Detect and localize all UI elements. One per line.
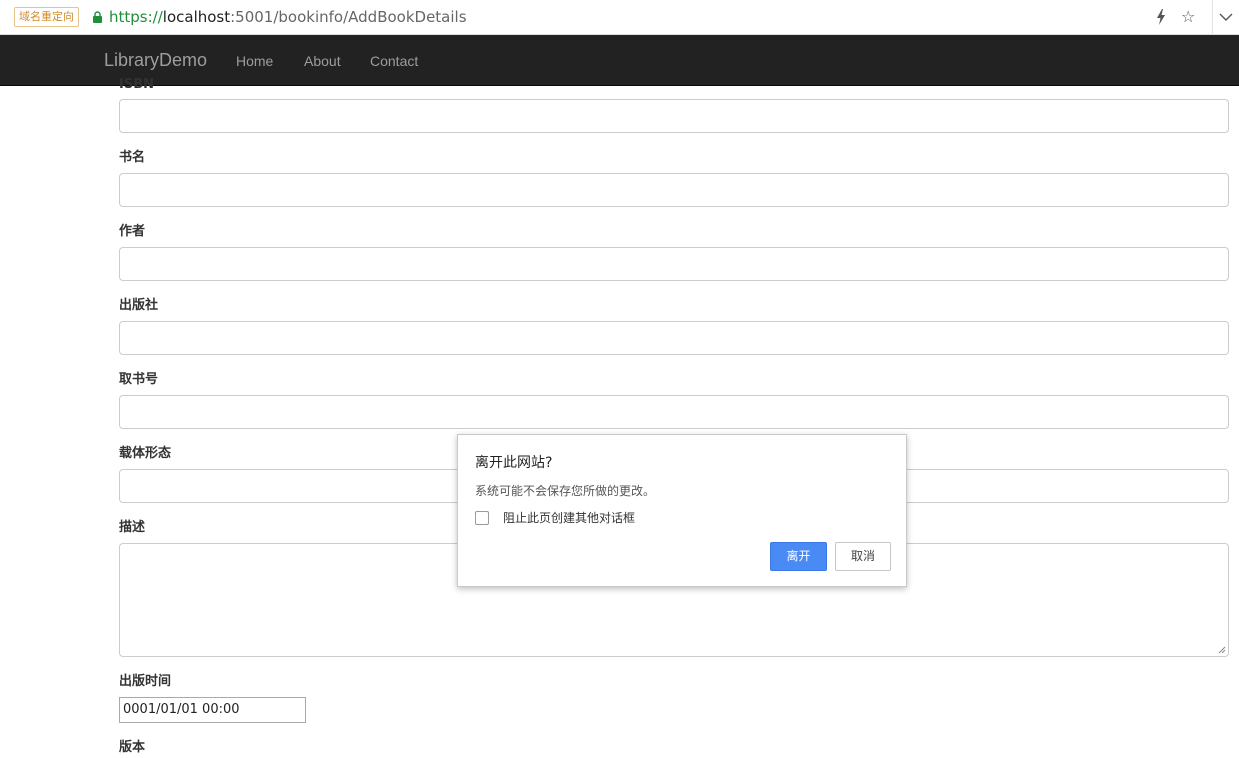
prevent-dialogs-checkbox[interactable] — [475, 511, 489, 525]
lock-icon — [93, 11, 102, 23]
dialog-title: 离开此网站? — [475, 455, 553, 471]
redirect-badge[interactable]: 域名重定向 — [14, 7, 79, 27]
title-input[interactable] — [119, 173, 1229, 207]
url-path: :5001/bookinfo/AddBookDetails — [230, 8, 467, 26]
star-icon[interactable]: ☆ — [1181, 6, 1195, 28]
author-input[interactable] — [119, 247, 1229, 281]
publish-date-input[interactable]: 0001/01/01 00:00 — [119, 697, 306, 723]
brand-link[interactable]: LibraryDemo — [104, 49, 207, 71]
url-field[interactable]: https://localhost:5001/bookinfo/AddBookD… — [109, 8, 467, 26]
cancel-button[interactable]: 取消 — [835, 542, 891, 571]
publisher-input[interactable] — [119, 321, 1229, 355]
dialog-message: 系统可能不会保存您所做的更改。 — [475, 484, 656, 498]
leave-button[interactable]: 离开 — [770, 542, 827, 571]
url-host: localhost — [162, 8, 231, 26]
url-protocol: https:// — [109, 8, 163, 26]
label-description: 描述 — [119, 520, 146, 535]
label-title: 书名 — [119, 150, 146, 165]
prevent-dialogs-label[interactable]: 阻止此页创建其他对话框 — [503, 510, 635, 526]
navbar: LibraryDemo Home About Contact — [0, 35, 1239, 86]
address-divider — [1212, 0, 1213, 35]
nav-home[interactable]: Home — [236, 52, 273, 70]
label-call-number: 取书号 — [119, 372, 159, 387]
label-isbn: ISBN — [119, 77, 154, 92]
chevron-down-icon[interactable] — [1219, 6, 1233, 30]
label-format: 载体形态 — [119, 446, 172, 461]
isbn-input[interactable] — [119, 99, 1229, 133]
resize-grip-icon[interactable] — [1218, 646, 1226, 654]
address-bar: 域名重定向 https://localhost:5001/bookinfo/Ad… — [0, 0, 1239, 35]
label-edition: 版本 — [119, 740, 146, 755]
call-number-input[interactable] — [119, 395, 1229, 429]
nav-about[interactable]: About — [304, 52, 341, 70]
label-author: 作者 — [119, 224, 146, 239]
leave-site-dialog: 离开此网站? 系统可能不会保存您所做的更改。 阻止此页创建其他对话框 离开 取消 — [457, 434, 907, 587]
label-publish-date: 出版时间 — [119, 674, 172, 689]
label-publisher: 出版社 — [119, 298, 159, 313]
lightning-icon[interactable] — [1156, 6, 1166, 31]
nav-contact[interactable]: Contact — [370, 52, 418, 70]
